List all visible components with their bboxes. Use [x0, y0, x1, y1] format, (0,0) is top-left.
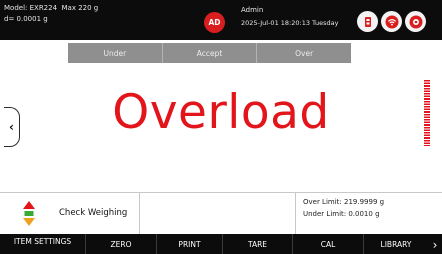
datetime: 2025-Jul-01 18:20:13 Tuesday	[241, 19, 339, 27]
user-name: Admin	[241, 6, 264, 14]
library-button[interactable]: LIBRARY	[364, 234, 428, 254]
readability: d= 0.0001 g	[4, 15, 48, 23]
capacity-meter	[424, 80, 430, 146]
zero-button[interactable]: ZERO	[86, 234, 157, 254]
cal-button[interactable]: CAL	[293, 234, 364, 254]
wifi-icon[interactable]	[381, 11, 402, 32]
status-bar: Check Weighing Over Limit: 219.9999 g Un…	[0, 192, 442, 234]
printer-usb-icon[interactable]	[357, 11, 378, 32]
over-limit: Over Limit: 219.9999 g	[303, 198, 385, 206]
print-button[interactable]: PRINT	[157, 234, 223, 254]
reading-display: Overload	[112, 85, 330, 140]
tab-under[interactable]: Under	[68, 43, 163, 63]
chevron-left-icon: ‹	[9, 120, 14, 134]
check-weighing-icon	[23, 201, 35, 226]
tab-over[interactable]: Over	[257, 43, 352, 63]
model-label: Model: EXR224	[4, 4, 58, 12]
settings-icon[interactable]	[405, 11, 426, 32]
tare-button[interactable]: TARE	[223, 234, 293, 254]
chevron-right-icon[interactable]: ›	[428, 236, 442, 254]
status-divider	[295, 193, 296, 234]
function-bar: ITEM SETTINGS ZERO PRINT TARE CAL LIBRAR…	[0, 234, 442, 254]
status-divider	[139, 193, 140, 234]
weighing-display: Overload ‹	[0, 64, 442, 192]
top-bar: Model: EXR224 Max 220 g d= 0.0001 g AD A…	[0, 0, 442, 40]
limit-status-tabs: Under Accept Over	[68, 43, 352, 63]
item-settings-button[interactable]: ITEM SETTINGS	[0, 234, 86, 254]
max-capacity: Max 220 g	[61, 4, 99, 12]
side-panel-toggle[interactable]: ‹	[4, 107, 20, 147]
avatar[interactable]: AD	[204, 12, 225, 33]
tab-accept[interactable]: Accept	[162, 43, 258, 63]
model-info: Model: EXR224 Max 220 g	[4, 4, 98, 12]
under-limit: Under Limit: 0.0010 g	[303, 210, 380, 218]
mode-label: Check Weighing	[59, 208, 128, 218]
